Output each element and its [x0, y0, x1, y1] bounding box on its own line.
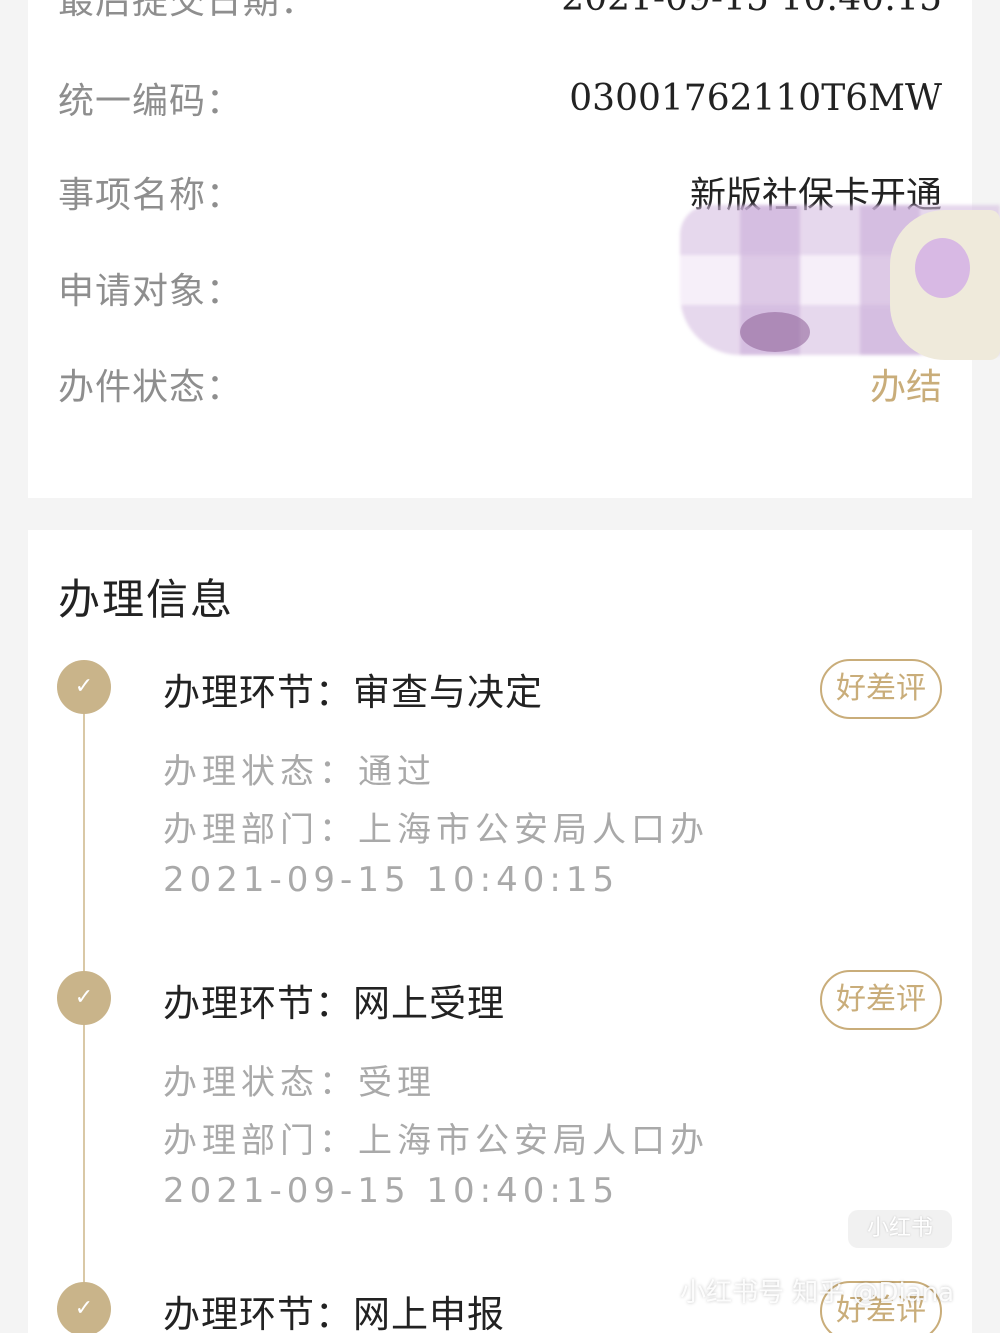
sticker-character-face: [915, 238, 970, 298]
unified-code-label: 统一编码：: [58, 81, 244, 122]
page: 最后提交日期： 2021-09-15 10:40:15 统一编码： 030017…: [0, 0, 1000, 1333]
submit-date-label: 最后提交日期：: [58, 0, 318, 22]
check-icon: ✓: [57, 971, 111, 1025]
step-status: 办理状态：受理: [163, 1063, 436, 1103]
rate-button[interactable]: 好差评: [820, 659, 942, 719]
step-time: 2021-09-15 10:40:15: [163, 1171, 620, 1211]
step-title: 办理环节：网上申报: [163, 1293, 505, 1333]
case-status-row: 办件状态： 办结: [58, 354, 942, 414]
submit-date-value: 2021-09-15 10:40:15: [561, 0, 942, 19]
process-card: 办理信息 ✓ 办理环节：审查与决定 好差评 办理状态：通过 办理部门：上海市公安…: [28, 530, 972, 1333]
watermark-logo: 小红书: [848, 1210, 952, 1248]
unified-code-value: 03001762110T6MW: [569, 77, 942, 119]
case-status-label: 办件状态：: [58, 367, 244, 408]
case-status-value: 办结: [869, 367, 942, 408]
check-icon: ✓: [57, 660, 111, 714]
step-title: 办理环节：网上受理: [163, 982, 505, 1025]
sticker-bow-decoration: [740, 312, 810, 352]
step-department: 办理部门：上海市公安局人口办: [163, 810, 709, 850]
watermark-text: 小红书号 知乎 @Diana: [680, 1278, 955, 1308]
unified-code-row: 统一编码： 03001762110T6MW: [58, 68, 942, 128]
step-title: 办理环节：审查与决定: [163, 671, 543, 714]
step-time: 2021-09-15 10:40:15: [163, 860, 620, 900]
check-icon: ✓: [57, 1282, 111, 1333]
process-section-title: 办理信息: [58, 575, 235, 624]
submit-date-row: 最后提交日期： 2021-09-15 10:40:15: [58, 0, 942, 28]
step-status: 办理状态：通过: [163, 752, 436, 792]
rate-button[interactable]: 好差评: [820, 970, 942, 1030]
applicant-label: 申请对象：: [58, 271, 244, 312]
step-department: 办理部门：上海市公安局人口办: [163, 1121, 709, 1161]
item-name-label: 事项名称：: [58, 175, 244, 216]
